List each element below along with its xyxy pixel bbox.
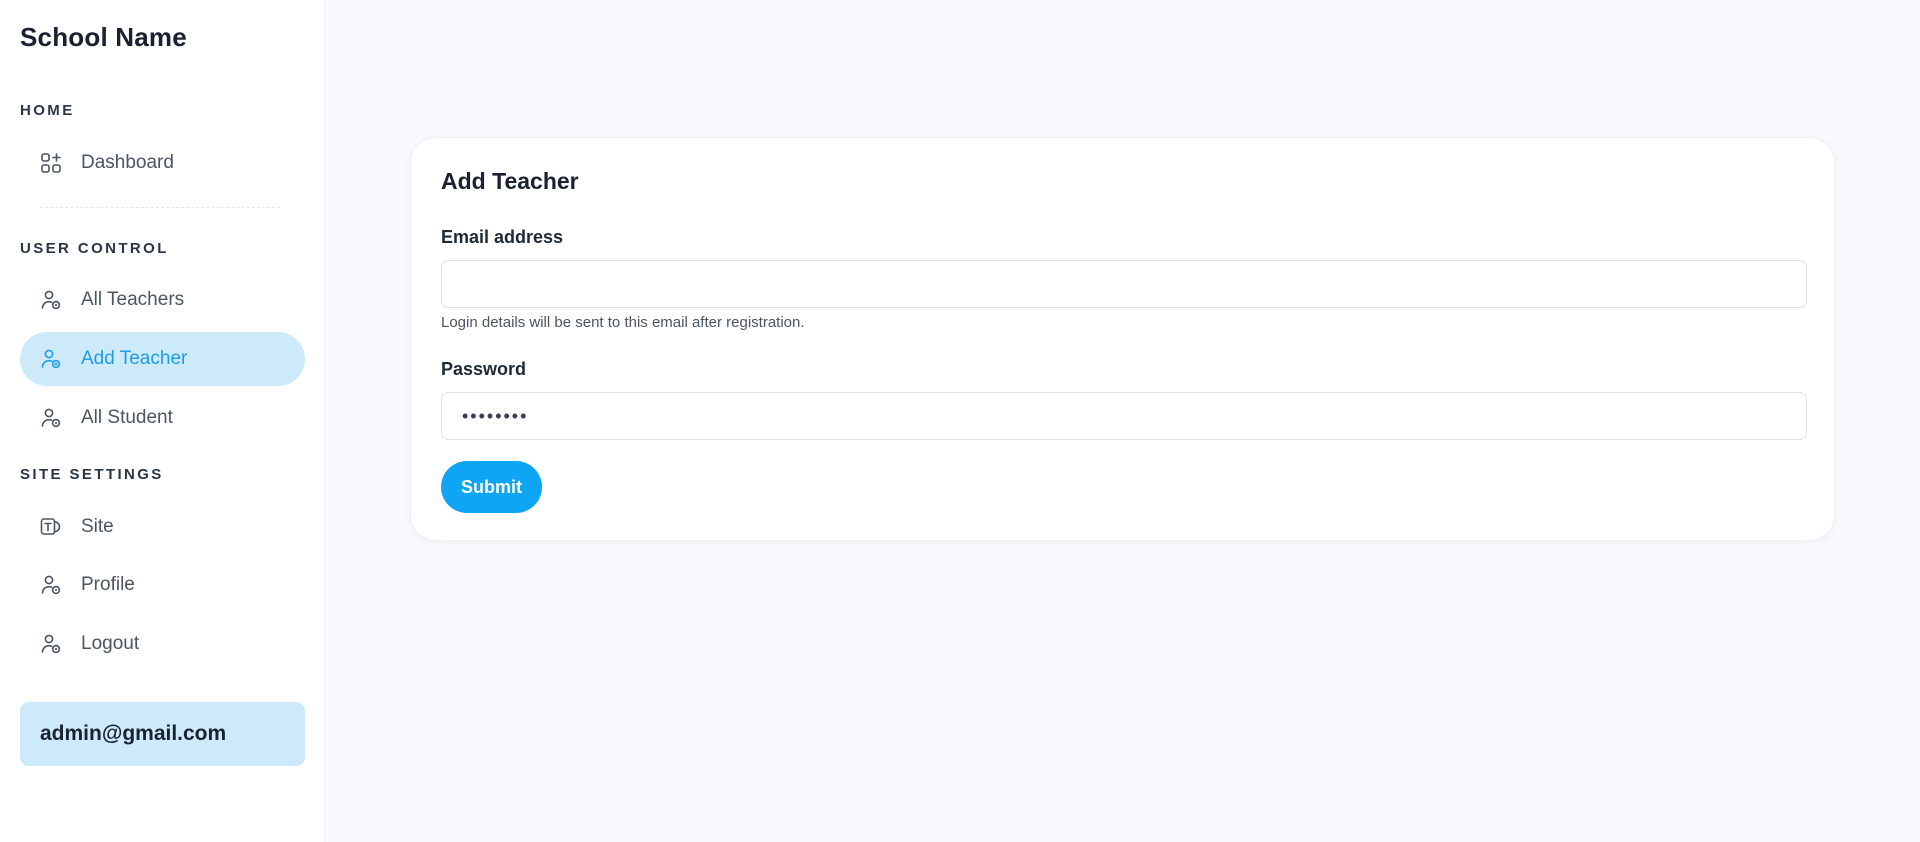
sidebar-item-label: Logout	[81, 633, 140, 654]
user-settings-icon	[40, 289, 62, 311]
password-field[interactable]	[441, 392, 1807, 440]
user-settings-icon	[40, 407, 62, 429]
user-email-badge[interactable]: admin@gmail.com	[20, 702, 305, 766]
sidebar-item-all-teachers[interactable]: All Teachers	[20, 273, 305, 327]
email-hint: Login details will be sent to this email…	[441, 314, 805, 331]
sidebar: School Name HOME Dashboard USER CONTROL …	[0, 0, 325, 842]
brand-title: School Name	[20, 22, 187, 52]
add-teacher-card: Add Teacher Email address Login details …	[410, 137, 1835, 541]
text-box-icon	[40, 516, 62, 538]
page-title: Add Teacher	[441, 168, 579, 194]
sidebar-item-dashboard[interactable]: Dashboard	[20, 136, 305, 190]
sidebar-item-label: All Student	[81, 407, 173, 428]
sidebar-item-label: Dashboard	[81, 152, 174, 173]
user-settings-icon	[40, 348, 62, 370]
sidebar-item-label: Site	[81, 516, 114, 537]
section-title-site-settings: SITE SETTINGS	[20, 466, 164, 483]
sidebar-divider	[40, 207, 280, 208]
sidebar-item-label: All Teachers	[81, 289, 185, 310]
user-settings-icon	[40, 633, 62, 655]
grid-plus-icon	[40, 152, 62, 174]
sidebar-item-label: Profile	[81, 574, 135, 595]
sidebar-item-all-student[interactable]: All Student	[20, 391, 305, 445]
sidebar-item-label: Add Teacher	[81, 348, 188, 369]
sidebar-item-profile[interactable]: Profile	[20, 558, 305, 612]
sidebar-item-add-teacher[interactable]: Add Teacher	[20, 332, 305, 386]
section-title-home: HOME	[20, 102, 75, 119]
email-field[interactable]	[441, 260, 1807, 308]
password-label: Password	[441, 359, 527, 379]
sidebar-item-site[interactable]: Site	[20, 500, 305, 554]
email-label: Email address	[441, 227, 564, 247]
submit-button[interactable]: Submit	[441, 461, 542, 513]
section-title-user-control: USER CONTROL	[20, 240, 169, 257]
sidebar-item-logout[interactable]: Logout	[20, 617, 305, 671]
user-settings-icon	[40, 574, 62, 596]
